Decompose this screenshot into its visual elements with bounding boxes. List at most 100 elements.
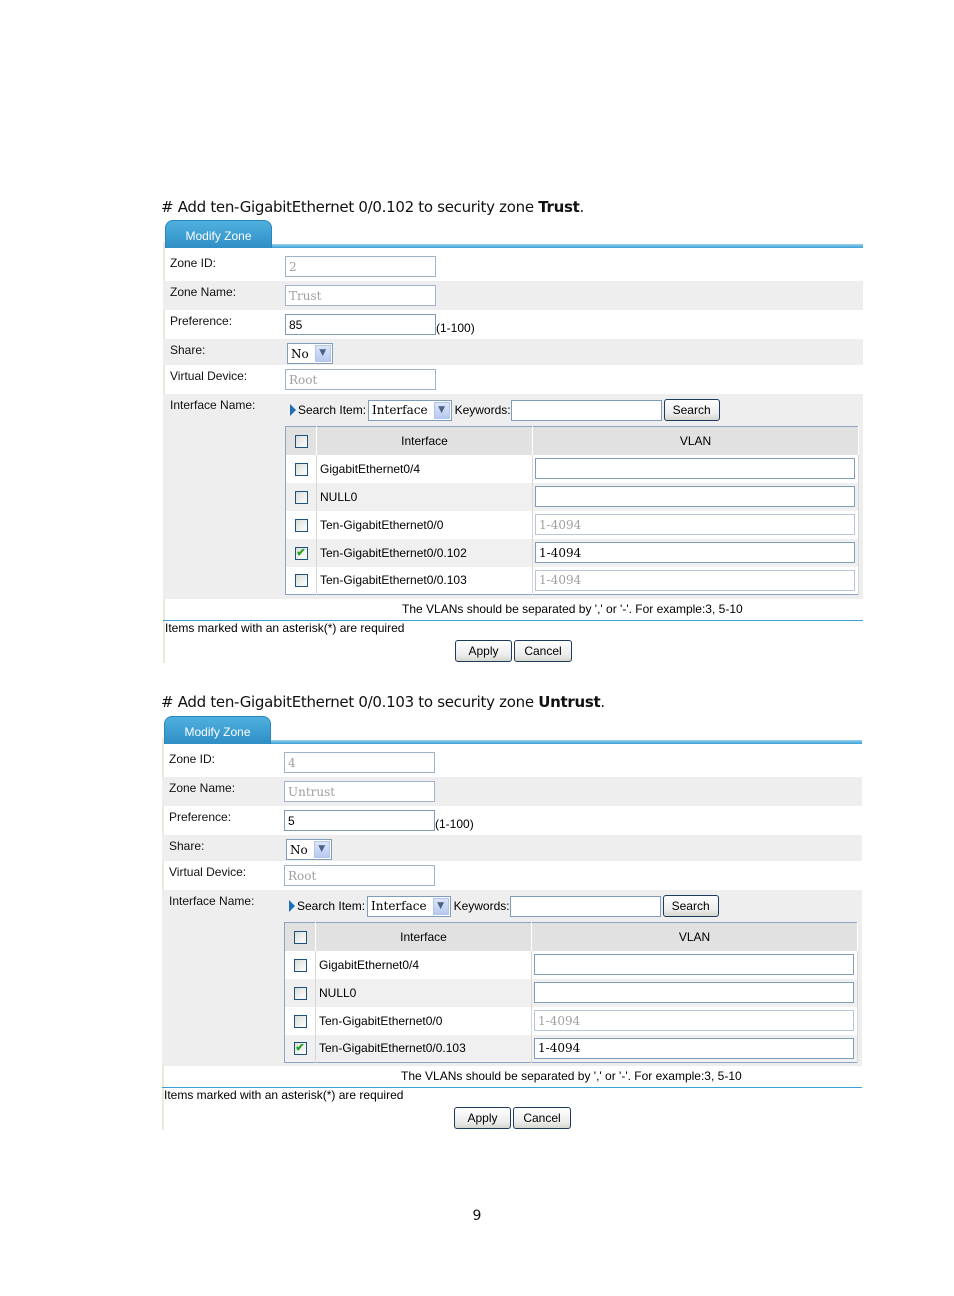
expand-triangle-icon[interactable]: [290, 404, 296, 416]
row-interface-name: Interface Name: Search Item: Interface ▼ …: [163, 394, 863, 599]
vlan-cell: [531, 978, 858, 1007]
virtual-device-label: Virtual Device:: [169, 865, 247, 879]
row-checkbox[interactable]: [294, 490, 308, 504]
chevron-down-icon: ▼: [314, 345, 331, 362]
interface-table-body: GigabitEthernet0/4 NULL0 Ten-GigabitEthern…: [285, 454, 859, 595]
apply-button[interactable]: Apply: [455, 640, 512, 662]
search-button[interactable]: Search: [662, 895, 719, 917]
interface-name-cell: Ten-GigabitEthernet0/0.102: [316, 538, 533, 567]
row-checkbox-cell: [284, 978, 316, 1007]
modify-zone-panel: Modify Zone Zone ID: Zone Name: Preferen…: [163, 220, 863, 663]
caption-zone: Trust: [538, 198, 580, 216]
interface-table-body: GigabitEthernet0/4 NULL0 Ten-GigabitEthern…: [284, 950, 858, 1063]
caption-text: # Add ten-GigabitEthernet 0/0.102 to sec…: [161, 198, 539, 216]
interface-table: Interface VLAN GigabitEthernet0/4 NULL0 Te…: [284, 922, 858, 1063]
vlan-input[interactable]: [534, 954, 854, 975]
row-checkbox-cell: [284, 950, 316, 979]
caption-text: # Add ten-GigabitEthernet 0/0.103 to sec…: [161, 693, 539, 711]
row-checkbox[interactable]: [293, 986, 307, 1000]
apply-button[interactable]: Apply: [454, 1107, 511, 1129]
keywords-input[interactable]: [509, 895, 661, 917]
share-select[interactable]: No ▼: [287, 343, 333, 364]
share-label: Share:: [169, 839, 205, 853]
search-button[interactable]: Search: [663, 399, 720, 421]
preference-input[interactable]: [285, 314, 436, 335]
caption-suffix: .: [600, 693, 605, 711]
row-virtual-device: Virtual Device:: [163, 365, 863, 394]
required-note: Items marked with an asterisk(*) are req…: [165, 621, 405, 635]
search-item-label: Search Item:: [297, 899, 366, 913]
vlan-input[interactable]: [535, 486, 855, 507]
preference-label: Preference:: [170, 314, 233, 328]
vlan-input: [535, 514, 855, 535]
tab-modify-zone[interactable]: Modify Zone: [164, 716, 271, 744]
search-item-value: Interface: [371, 899, 427, 913]
virtual-device-input: [285, 369, 436, 390]
table-row: Ten-GigabitEthernet0/0.103: [285, 566, 859, 595]
chevron-down-icon: ▼: [313, 841, 330, 858]
row-interface-name: Interface Name: Search Item: Interface ▼ …: [162, 890, 862, 1066]
vlan-cell: [532, 566, 859, 595]
virtual-device-label: Virtual Device:: [170, 369, 248, 383]
keywords-input[interactable]: [510, 399, 662, 421]
preference-label: Preference:: [169, 810, 232, 824]
expand-triangle-icon[interactable]: [289, 900, 295, 912]
zone-name-label: Zone Name:: [170, 285, 237, 299]
caption-suffix: .: [579, 198, 585, 216]
form-actions: Apply Cancel: [162, 1104, 862, 1130]
zone-name-input: [285, 285, 436, 306]
interface-name-cell: NULL0: [316, 482, 533, 511]
interface-name-cell: Ten-GigabitEthernet0/0.103: [316, 566, 533, 595]
interface-column-header: Interface: [315, 922, 532, 951]
zone-id-input: [285, 256, 436, 277]
row-checkbox[interactable]: [293, 1014, 307, 1028]
form-actions: Apply Cancel: [163, 637, 863, 663]
interface-name-cell: GigabitEthernet0/4: [315, 950, 532, 979]
search-item-select[interactable]: Interface ▼: [368, 399, 452, 421]
row-zone-name: Zone Name:: [163, 281, 863, 310]
row-checkbox[interactable]: [294, 462, 308, 476]
search-item-select[interactable]: Interface ▼: [367, 895, 451, 917]
table-row: NULL0: [285, 482, 859, 511]
row-zone-id: Zone ID:: [162, 748, 862, 777]
select-all-checkbox[interactable]: [293, 930, 307, 944]
cancel-button[interactable]: Cancel: [513, 1107, 571, 1129]
vlan-input[interactable]: [534, 1037, 854, 1059]
preference-range-hint: (1-100): [436, 321, 475, 335]
row-checkbox[interactable]: [293, 958, 307, 972]
select-all-cell: [284, 922, 316, 951]
keywords-label: Keywords:: [453, 899, 510, 913]
share-select[interactable]: No ▼: [286, 839, 332, 860]
vlan-input[interactable]: [535, 458, 855, 479]
tab-underline: [271, 740, 862, 744]
row-checkbox[interactable]: ✔: [293, 1042, 307, 1056]
search-item-value: Interface: [372, 403, 428, 417]
section-caption: # Add ten-GigabitEthernet 0/0.103 to sec…: [161, 693, 605, 711]
interface-name-label: Interface Name:: [170, 398, 256, 412]
row-checkbox[interactable]: [294, 518, 308, 532]
zone-id-input: [284, 752, 435, 773]
vlan-input: [534, 1010, 854, 1031]
table-row: ✔ Ten-GigabitEthernet0/0.102: [285, 538, 859, 567]
table-row: ✔ Ten-GigabitEthernet0/0.103: [284, 1034, 858, 1063]
vlan-cell: [532, 510, 859, 539]
vlan-input[interactable]: [534, 982, 854, 1003]
row-checkbox-cell: ✔: [285, 538, 317, 567]
preference-input[interactable]: [284, 810, 435, 831]
tab-modify-zone[interactable]: Modify Zone: [165, 220, 272, 248]
tab-bar: Modify Zone: [163, 220, 863, 252]
row-checkbox[interactable]: ✔: [294, 546, 308, 560]
modify-zone-panel: Modify Zone Zone ID: Zone Name: Preferen…: [162, 716, 862, 1130]
vlan-cell: [532, 454, 859, 483]
row-checkbox-cell: [285, 566, 317, 595]
cancel-button[interactable]: Cancel: [514, 640, 572, 662]
row-checkbox[interactable]: [294, 574, 308, 588]
section-caption: # Add ten-GigabitEthernet 0/0.102 to sec…: [161, 198, 584, 216]
zone-name-label: Zone Name:: [169, 781, 236, 795]
row-share: Share: No ▼: [163, 339, 863, 365]
select-all-checkbox[interactable]: [294, 434, 308, 448]
row-checkbox-cell: [285, 482, 317, 511]
chevron-down-icon: ▼: [432, 897, 449, 915]
page-number: 9: [472, 1208, 482, 1224]
vlan-input[interactable]: [535, 542, 855, 563]
